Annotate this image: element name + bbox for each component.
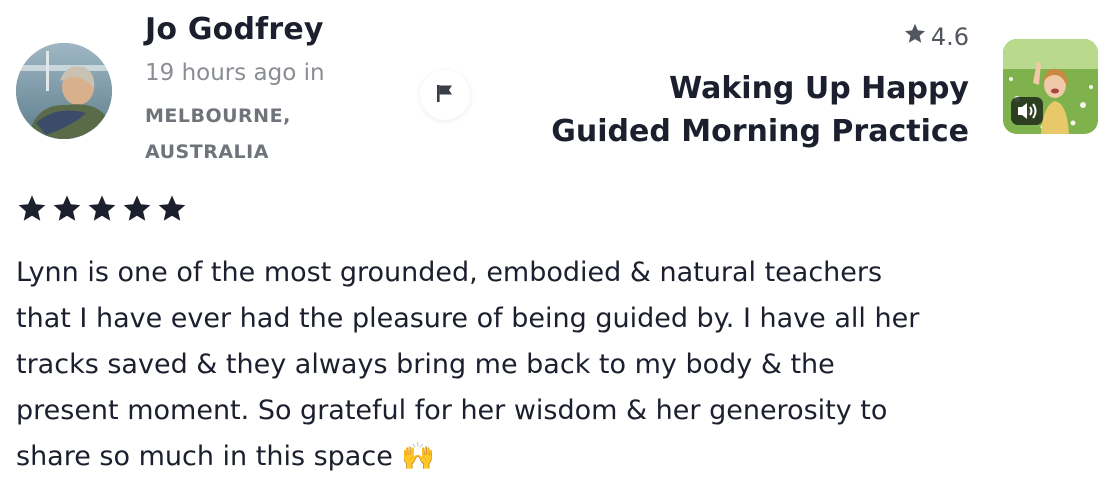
author-avatar[interactable] xyxy=(16,43,112,139)
flag-icon xyxy=(434,82,456,108)
star-icon xyxy=(51,193,83,229)
author-name[interactable]: Jo Godfrey xyxy=(145,12,324,47)
review-star-rating xyxy=(16,193,188,229)
star-icon xyxy=(156,193,188,229)
track-title[interactable]: Waking Up Happy Guided Morning Practice xyxy=(549,67,969,153)
track-thumbnail[interactable] xyxy=(1003,39,1098,134)
star-icon xyxy=(903,22,927,52)
star-icon xyxy=(121,193,153,229)
review-text: Lynn is one of the most grounded, embodi… xyxy=(16,257,920,472)
review-location: MELBOURNE, AUSTRALIA xyxy=(145,105,291,163)
track-rating: 4.6 xyxy=(903,22,969,52)
track-rating-value: 4.6 xyxy=(930,23,969,51)
star-icon xyxy=(16,193,48,229)
video-speaker-icon xyxy=(1011,97,1043,129)
report-flag-button[interactable] xyxy=(420,70,470,120)
star-icon xyxy=(86,193,118,229)
review-time: 19 hours ago in xyxy=(145,60,325,86)
review-card: Jo Godfrey 19 hours ago in MELBOURNE, AU… xyxy=(0,0,1112,494)
